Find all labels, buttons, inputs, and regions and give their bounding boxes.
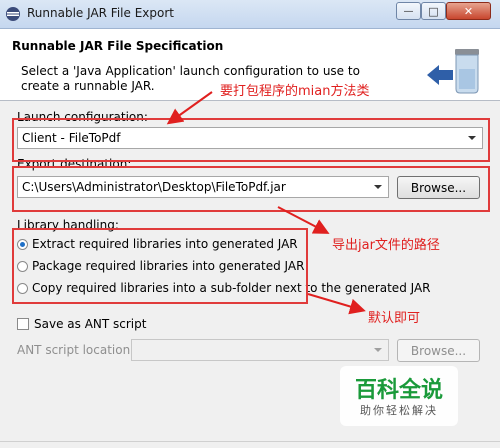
watermark-logo: 百科全说 助你轻松解决 bbox=[340, 366, 458, 426]
save-ant-script-checkbox-row[interactable]: Save as ANT script bbox=[17, 315, 146, 333]
close-icon: ✕ bbox=[463, 4, 474, 18]
save-ant-script-checkbox[interactable] bbox=[17, 318, 29, 330]
save-ant-script-label: Save as ANT script bbox=[34, 317, 147, 331]
minimize-button[interactable]: — bbox=[396, 2, 421, 20]
maximize-icon: □ bbox=[428, 4, 439, 18]
eclipse-app-icon bbox=[6, 7, 20, 21]
page-title: Runnable JAR File Specification bbox=[12, 39, 224, 53]
annotation-export-path: 导出jar文件的路径 bbox=[332, 238, 440, 253]
annotation-main-class: 要打包程序的mian方法类 bbox=[220, 84, 370, 99]
title-bar[interactable]: Runnable JAR File Export — □ ✕ bbox=[0, 0, 500, 29]
annotation-box-export bbox=[12, 166, 490, 212]
annotation-default: 默认即可 bbox=[368, 311, 421, 326]
maximize-button[interactable]: □ bbox=[421, 2, 446, 20]
watermark-subtitle: 助你轻松解决 bbox=[360, 404, 438, 417]
annotation-box-launch bbox=[12, 118, 490, 162]
window-title: Runnable JAR File Export bbox=[27, 6, 174, 20]
annotation-box-library bbox=[12, 228, 308, 304]
ant-location-input[interactable] bbox=[131, 339, 389, 361]
jar-export-icon bbox=[427, 49, 479, 94]
ant-location-label: ANT script location: bbox=[17, 343, 135, 357]
close-button[interactable]: ✕ bbox=[446, 2, 491, 20]
chevron-down-icon bbox=[374, 348, 382, 352]
watermark-title: 百科全说 bbox=[354, 378, 443, 403]
minimize-icon: — bbox=[403, 5, 414, 17]
divider bbox=[0, 441, 500, 442]
ant-browse-button[interactable]: Browse... bbox=[397, 339, 480, 362]
